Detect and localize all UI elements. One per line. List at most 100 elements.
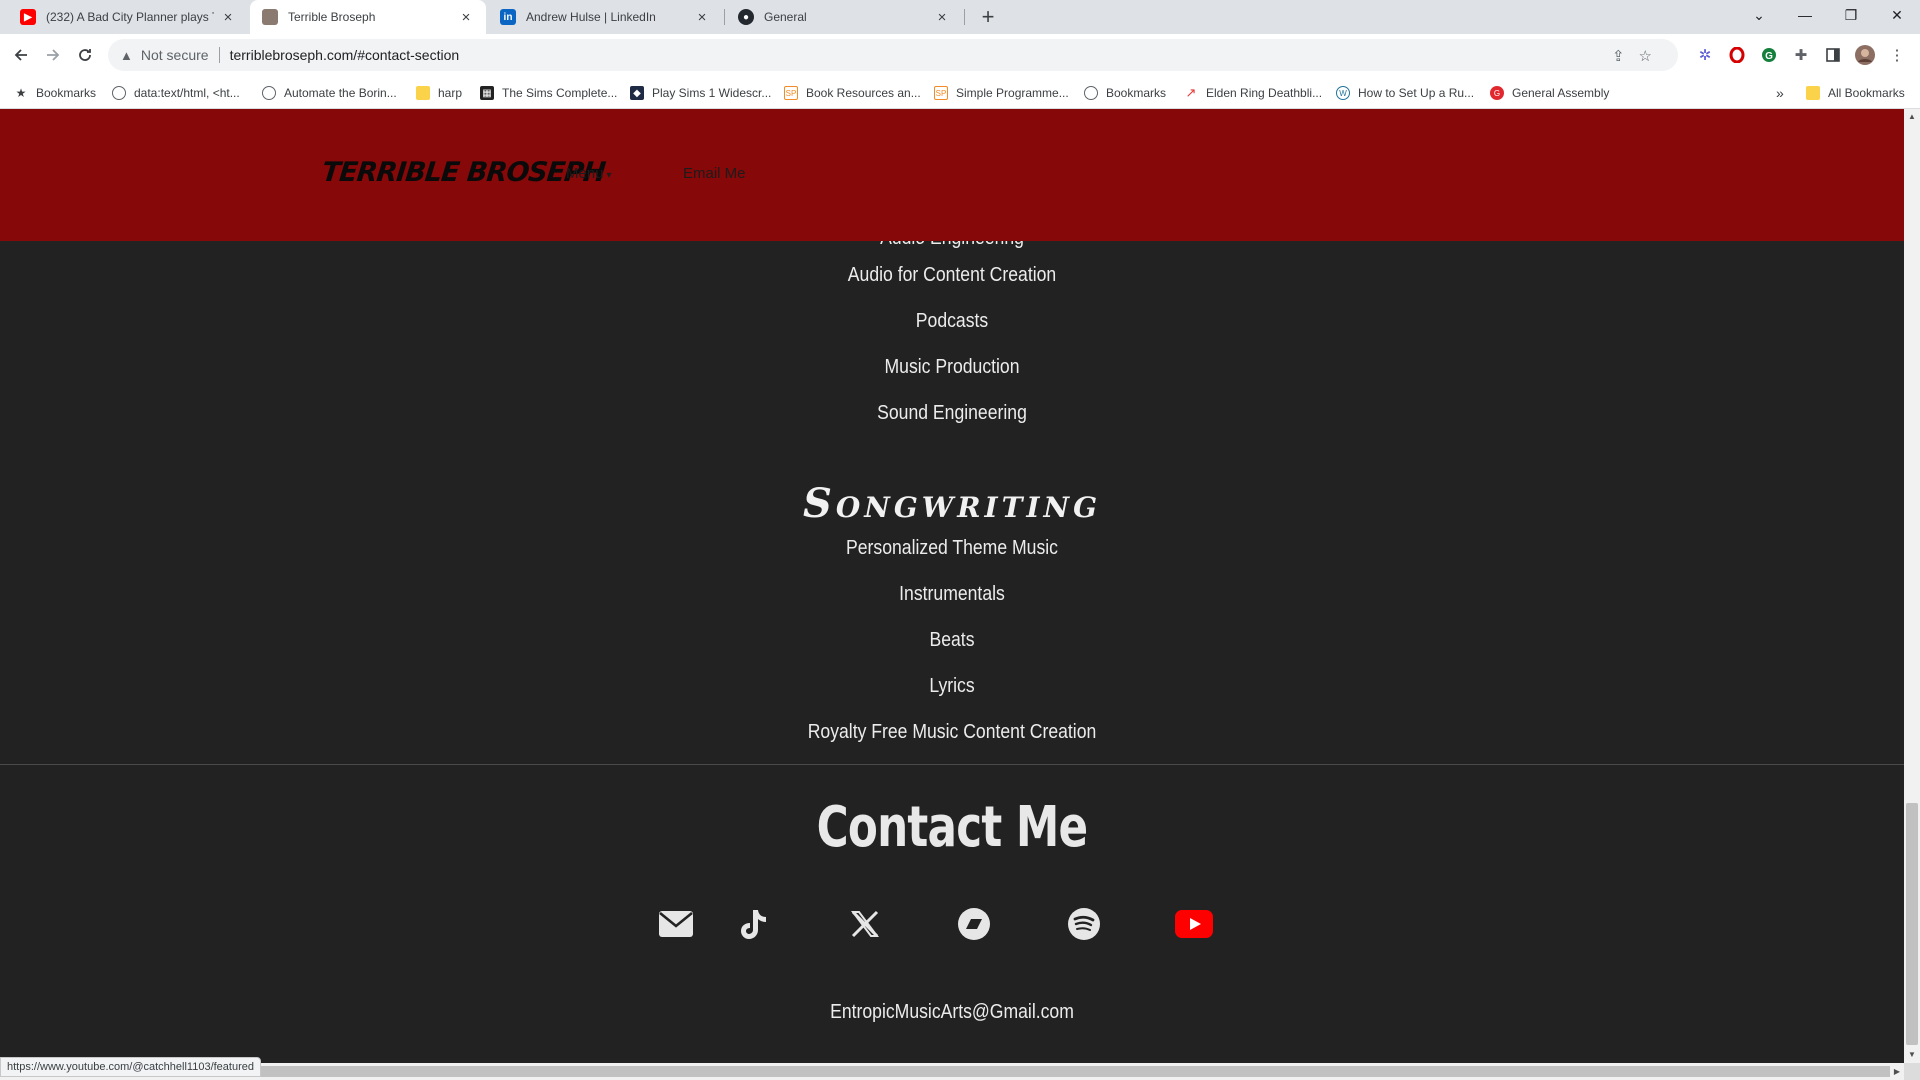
bookmark-label: How to Set Up a Ru... bbox=[1358, 86, 1475, 100]
star-icon: ★ bbox=[15, 86, 27, 100]
bookmark-item[interactable]: Bookmarks bbox=[1084, 84, 1166, 102]
scroll-down-icon[interactable]: ▼ bbox=[1904, 1047, 1920, 1063]
scrollbar-thumb[interactable] bbox=[14, 1066, 1890, 1077]
vertical-scrollbar[interactable]: ▲ ▼ bbox=[1904, 109, 1920, 1063]
tab-github[interactable]: ● General × bbox=[726, 0, 962, 34]
tab-terrible-broseph[interactable]: Terrible Broseph × bbox=[250, 0, 486, 34]
extension-gear-icon[interactable]: ✲ bbox=[1694, 44, 1716, 66]
close-window-button[interactable]: ✕ bbox=[1874, 0, 1920, 30]
tab-linkedin[interactable]: in Andrew Hulse | LinkedIn × bbox=[488, 0, 722, 34]
tab-title: Terrible Broseph bbox=[288, 10, 376, 24]
bookmark-item[interactable]: harp bbox=[416, 84, 462, 102]
bandcamp-icon bbox=[958, 908, 990, 940]
avatar[interactable] bbox=[1854, 44, 1876, 66]
scroll-right-icon[interactable]: ▶ bbox=[1890, 1063, 1904, 1080]
tab-youtube[interactable]: ▶ (232) A Bad City Planner plays Th × bbox=[8, 0, 248, 34]
bookmark-item[interactable]: ↗ Elden Ring Deathbli... bbox=[1184, 84, 1323, 102]
close-icon[interactable]: × bbox=[220, 9, 236, 26]
email-link[interactable] bbox=[656, 904, 696, 944]
address-bar[interactable]: ▲ Not secure terriblebroseph.com/#contac… bbox=[108, 39, 1678, 71]
bookmark-item[interactable]: W How to Set Up a Ru... bbox=[1336, 84, 1474, 102]
nav-email-link[interactable]: Email Me bbox=[683, 165, 746, 182]
browser-toolbar: ▲ Not secure terriblebroseph.com/#contac… bbox=[0, 34, 1920, 76]
folder-icon bbox=[1806, 86, 1820, 100]
arrow-right-icon bbox=[47, 49, 60, 61]
grammarly-icon[interactable]: G bbox=[1758, 44, 1780, 66]
bookmark-item[interactable]: ★ Bookmarks bbox=[14, 84, 96, 102]
side-panel-icon[interactable] bbox=[1822, 44, 1844, 66]
youtube-link[interactable] bbox=[1174, 904, 1214, 944]
bookmarks-bar: ★ Bookmarks data:text/html, <ht... Automa… bbox=[0, 76, 1920, 109]
puzzle-icon[interactable]: ✚ bbox=[1790, 44, 1812, 66]
close-icon[interactable]: × bbox=[694, 9, 710, 26]
kebab-menu-icon[interactable]: ⋮ bbox=[1886, 44, 1908, 66]
sp-icon: SP bbox=[934, 86, 948, 100]
tab-title: General bbox=[764, 10, 807, 24]
wordpress-icon: W bbox=[1336, 86, 1350, 100]
bookmark-label: Play Sims 1 Widescr... bbox=[652, 86, 772, 100]
scrollbar-thumb[interactable] bbox=[1906, 803, 1918, 1045]
share-icon[interactable]: ⇪ bbox=[1612, 48, 1639, 65]
nav-menu-dropdown[interactable]: Menu ▾ bbox=[566, 165, 612, 182]
sp-icon: SP bbox=[784, 86, 798, 100]
opera-icon[interactable] bbox=[1726, 44, 1748, 66]
bookmark-label: harp bbox=[438, 86, 463, 100]
sims-widescreen-icon: ◆ bbox=[630, 86, 644, 100]
reload-button[interactable] bbox=[70, 40, 100, 70]
tab-title: Andrew Hulse | LinkedIn bbox=[526, 10, 656, 24]
folder-icon bbox=[416, 86, 430, 100]
restore-button[interactable]: ❐ bbox=[1828, 0, 1874, 30]
site-logo[interactable]: TERRIBLE BROSEPH bbox=[320, 157, 606, 188]
bookmark-label: Bookmarks bbox=[1106, 86, 1167, 100]
forward-button[interactable] bbox=[38, 40, 68, 70]
tiktok-link[interactable] bbox=[735, 904, 775, 944]
scroll-up-icon[interactable]: ▲ bbox=[1904, 109, 1920, 125]
chevron-down-icon: ▾ bbox=[606, 170, 612, 181]
bandcamp-link[interactable] bbox=[954, 904, 994, 944]
status-bar-url: https://www.youtube.com/@catchhell1103/f… bbox=[0, 1057, 261, 1077]
bookmark-item[interactable]: ▦ The Sims Complete... bbox=[480, 84, 617, 102]
x-twitter-link[interactable] bbox=[845, 904, 885, 944]
bookmark-item[interactable]: data:text/html, <ht... bbox=[112, 84, 240, 102]
songwriting-heading: Songwriting bbox=[802, 480, 1102, 527]
bookmarks-overflow-button[interactable]: » bbox=[1776, 84, 1784, 102]
reload-icon bbox=[79, 49, 91, 61]
security-status[interactable]: Not secure bbox=[141, 47, 209, 63]
elden-ring-icon: ↗ bbox=[1185, 85, 1197, 100]
close-icon[interactable]: × bbox=[458, 9, 474, 26]
tab-search-button[interactable]: ⌄ bbox=[1736, 0, 1782, 30]
sims-icon: ▦ bbox=[480, 86, 494, 100]
tab-separator bbox=[724, 9, 725, 25]
bookmark-star-icon[interactable]: ☆ bbox=[1639, 48, 1666, 65]
service-item: Instrumentals bbox=[899, 583, 1005, 605]
bookmark-label: Simple Programme... bbox=[956, 86, 1069, 100]
bookmark-item[interactable]: SP Book Resources an... bbox=[784, 84, 921, 102]
globe-icon bbox=[112, 86, 126, 100]
spotify-link[interactable] bbox=[1064, 904, 1104, 944]
youtube-icon bbox=[1175, 910, 1213, 938]
close-icon[interactable]: × bbox=[934, 9, 950, 26]
bookmark-item[interactable]: G General Assembly bbox=[1490, 84, 1609, 102]
service-item: Sound Engineering bbox=[877, 402, 1027, 424]
bookmark-item[interactable]: SP Simple Programme... bbox=[934, 84, 1069, 102]
bookmark-item[interactable]: ◆ Play Sims 1 Widescr... bbox=[630, 84, 771, 102]
github-icon: ● bbox=[738, 9, 754, 25]
back-button[interactable] bbox=[6, 40, 36, 70]
general-assembly-icon: G bbox=[1490, 86, 1504, 100]
site-favicon-icon bbox=[262, 9, 278, 25]
bookmark-label: Bookmarks bbox=[36, 86, 97, 100]
bookmark-item[interactable]: Automate the Borin... bbox=[262, 84, 397, 102]
minimize-button[interactable]: — bbox=[1782, 0, 1828, 30]
url-text[interactable]: terriblebroseph.com/#contact-section bbox=[230, 47, 460, 63]
all-bookmarks-folder[interactable]: All Bookmarks bbox=[1806, 84, 1905, 102]
service-item: Podcasts bbox=[915, 310, 989, 332]
bookmark-label: Elden Ring Deathbli... bbox=[1206, 86, 1323, 100]
contact-email[interactable]: EntropicMusicArts@Gmail.com bbox=[114, 1001, 1790, 1024]
horizontal-scrollbar[interactable]: ◀ ▶ bbox=[0, 1063, 1904, 1080]
new-tab-button[interactable]: + bbox=[975, 4, 1001, 30]
page-viewport: Audio Engineering TERRIBLE BROSEPH Menu▾… bbox=[0, 109, 1904, 1063]
youtube-icon: ▶ bbox=[20, 9, 36, 25]
service-item: Personalized Theme Music bbox=[846, 537, 1058, 559]
warning-icon[interactable]: ▲ bbox=[120, 48, 133, 63]
section-divider bbox=[0, 764, 1904, 765]
